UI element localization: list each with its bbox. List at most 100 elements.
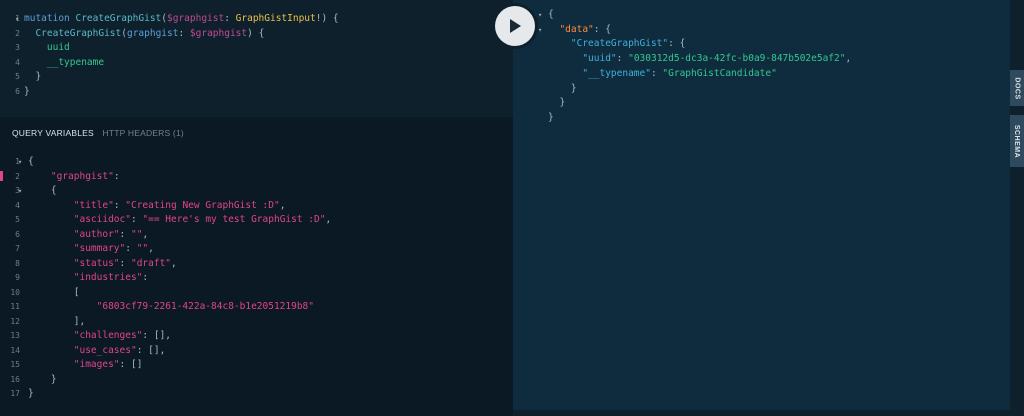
- code-token: ,: [279, 199, 286, 211]
- code-token: ,: [845, 53, 852, 65]
- fold-toggle-icon[interactable]: ▾: [18, 184, 22, 198]
- code-token: "": [130, 228, 143, 240]
- code-line: {: [28, 155, 34, 169]
- code-line: }: [548, 82, 577, 96]
- variables-editor[interactable]: 1 ▾{2 "graphgist": 3 ▾ {4 "title": "Creatin…: [0, 154, 513, 416]
- code-token: }: [24, 85, 30, 97]
- docs-tab[interactable]: DOCS: [1010, 70, 1024, 106]
- code-token: ) {: [247, 27, 265, 39]
- code-line: mutation CreateGraphGist($graphgist: Gra…: [24, 12, 339, 26]
- error-marker: [0, 171, 3, 181]
- code-token: "CreateGraphGist": [570, 38, 669, 50]
- code-token: !) {: [315, 13, 339, 24]
- code-line: {: [28, 184, 57, 198]
- fold-toggle-icon[interactable]: ▾: [18, 155, 22, 169]
- code-token: "industries": [73, 272, 143, 283]
- code-token: __typename: [46, 56, 105, 68]
- query-editor[interactable]: 1 ▾ mutation CreateGraphGist($graphgist: G…: [0, 0, 513, 117]
- code-token: :: [178, 27, 190, 39]
- code-token: }: [548, 111, 554, 123]
- line-number: 11: [10, 302, 20, 311]
- code-token: "use_cases": [73, 344, 137, 356]
- tab-query-variables[interactable]: QUERY VARIABLES: [12, 128, 94, 138]
- schema-tab[interactable]: SCHEMA: [1010, 115, 1024, 167]
- line-number: 5: [15, 72, 20, 81]
- code-token: {: [28, 185, 57, 196]
- code-token: "__typename": [582, 67, 651, 79]
- code-token: "asciidoc": [73, 214, 131, 225]
- line-number: 3: [15, 186, 20, 195]
- code-token: "draft": [130, 257, 172, 269]
- code-line: "data": {: [548, 23, 611, 37]
- variables-tabs: QUERY VARIABLES HTTP HEADERS (1): [12, 127, 184, 139]
- code-line: "industries":: [28, 271, 148, 285]
- line-number: 16: [10, 374, 20, 384]
- docs-tab-label: DOCS: [1013, 76, 1021, 100]
- code-token: mutation: [24, 13, 76, 24]
- code-token: :: [113, 170, 120, 182]
- code-token: "Creating New GraphGist :D": [125, 199, 280, 211]
- line-number: 10: [10, 287, 20, 297]
- code-line: "status": "draft",: [28, 257, 177, 271]
- line-number: 17: [10, 389, 20, 398]
- schema-tab-label: SCHEMA: [1013, 124, 1021, 158]
- code-token: :: [125, 243, 137, 254]
- code-token: }: [28, 388, 34, 399]
- code-token: :: [616, 53, 629, 65]
- code-line: "CreateGraphGist": {: [548, 37, 685, 51]
- code-line: }: [548, 96, 565, 110]
- fold-toggle-icon[interactable]: ▾: [538, 8, 542, 22]
- code-token: }: [548, 82, 577, 94]
- code-token: :: [113, 199, 126, 211]
- code-line: "asciidoc": "== Here's my test GraphGist…: [28, 213, 331, 227]
- fold-toggle-icon[interactable]: ▾: [538, 23, 542, 37]
- code-token: $graphgist: [167, 13, 225, 24]
- code-token: "uuid": [582, 53, 617, 65]
- fold-toggle-icon[interactable]: ▾: [15, 12, 19, 26]
- line-number: 13: [10, 331, 20, 340]
- code-token: :: [224, 13, 236, 24]
- code-line: }: [28, 373, 57, 387]
- code-token: ],: [28, 315, 86, 327]
- code-line: "challenges": [],: [28, 329, 171, 343]
- code-token: "== Here's my test GraphGist :D": [142, 214, 326, 225]
- line-number: 5: [15, 215, 20, 224]
- line-number: 1: [15, 157, 20, 166]
- line-number: 7: [15, 244, 20, 253]
- line-number: 6: [15, 86, 20, 96]
- line-number: 2: [15, 28, 20, 38]
- code-line: }: [24, 85, 30, 99]
- code-token: "images": [73, 359, 120, 370]
- variables-panel: QUERY VARIABLES HTTP HEADERS (1) 1 ▾{2 "g…: [0, 117, 513, 416]
- code-token: {: [548, 9, 554, 20]
- code-line: "graphgist":: [28, 170, 120, 184]
- side-panel: [1010, 0, 1024, 416]
- code-line: }: [548, 111, 554, 125]
- code-token: ,: [142, 228, 149, 240]
- tab-http-headers[interactable]: HTTP HEADERS (1): [102, 128, 183, 138]
- code-token: "6803cf79-2261-422a-84c8-b1e2051219b8": [96, 301, 314, 312]
- line-number: 9: [15, 273, 20, 282]
- code-line: ],: [28, 315, 85, 329]
- play-icon: [510, 19, 521, 33]
- code-token: : [],: [136, 344, 166, 356]
- code-token: : {: [668, 38, 686, 50]
- code-token: : [],: [142, 330, 172, 341]
- code-token: }: [24, 71, 42, 82]
- execute-query-button[interactable]: [495, 6, 535, 46]
- line-number: 6: [15, 229, 20, 239]
- line-number: 3: [15, 43, 20, 52]
- line-number: 12: [10, 316, 20, 326]
- code-token: GraphGistInput: [235, 13, 316, 24]
- code-token: [: [28, 286, 80, 298]
- code-token: : {: [593, 23, 611, 35]
